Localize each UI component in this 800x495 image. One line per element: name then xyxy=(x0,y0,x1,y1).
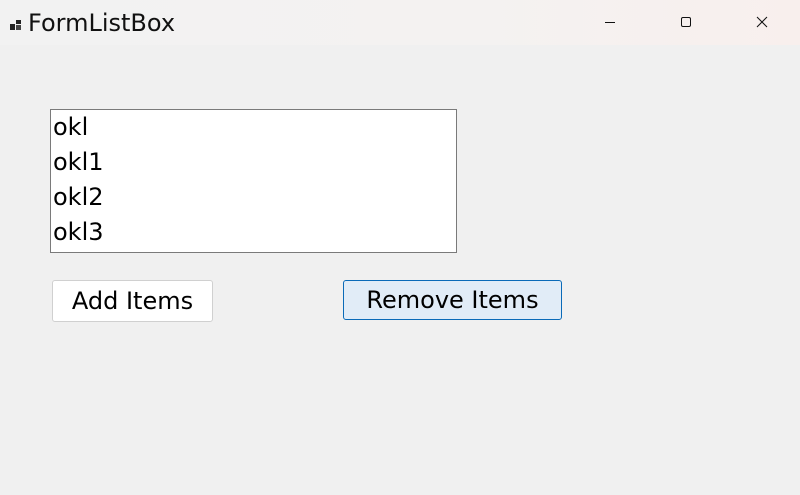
list-item[interactable]: okl3 xyxy=(51,215,456,250)
title-bar[interactable]: FormListBox xyxy=(0,0,800,45)
list-item[interactable]: okl xyxy=(51,110,456,145)
add-items-button[interactable]: Add Items xyxy=(52,280,213,322)
window-title: FormListBox xyxy=(28,9,176,37)
app-icon xyxy=(10,16,22,30)
close-icon xyxy=(756,13,768,32)
maximize-icon xyxy=(680,13,692,32)
minimize-button[interactable] xyxy=(572,0,648,45)
list-item[interactable]: okl2 xyxy=(51,180,456,215)
minimize-icon xyxy=(604,13,616,32)
maximize-button[interactable] xyxy=(648,0,724,45)
remove-items-button[interactable]: Remove Items xyxy=(343,280,562,320)
list-item[interactable]: okl1 xyxy=(51,145,456,180)
close-button[interactable] xyxy=(724,0,800,45)
items-listbox[interactable]: okl okl1 okl2 okl3 xyxy=(50,109,457,253)
main-window: FormListBox okl okl1 okl2 okl3 Add Items… xyxy=(0,0,800,495)
